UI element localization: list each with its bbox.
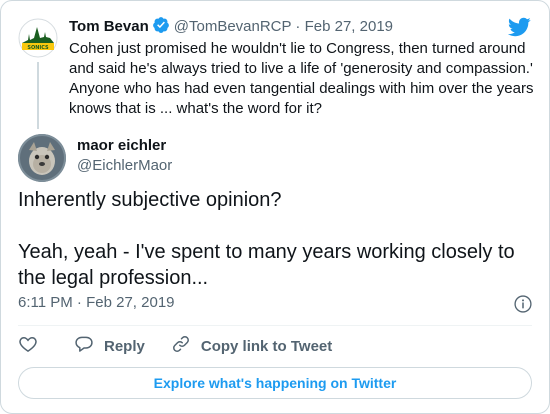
copy-link-label: Copy link to Tweet xyxy=(200,337,333,355)
timestamp-separator: · xyxy=(76,294,82,311)
tweet-timestamp[interactable]: 6:11 PM · Feb 27, 2019 xyxy=(18,293,175,313)
reply-button[interactable]: Reply xyxy=(74,334,145,358)
parent-author-handle[interactable]: @TomBevanRCP xyxy=(174,18,292,35)
parent-tweet-header: Tom Bevan @TomBevanRCP · Feb 27, 2019 xyxy=(69,16,499,37)
tweet-time[interactable]: 6:11 PM xyxy=(18,294,73,311)
parent-tweet-text: Cohen just promised he wouldn't lie to C… xyxy=(69,40,534,117)
main-author-name[interactable]: maor eichler xyxy=(77,136,166,156)
header-separator: · xyxy=(295,18,301,35)
tweet-date[interactable]: Feb 27, 2019 xyxy=(86,294,174,311)
thread-connector-line xyxy=(37,62,39,129)
main-author-handle[interactable]: @EichlerMaor xyxy=(77,156,172,176)
reply-label: Reply xyxy=(104,337,145,355)
copy-link-button[interactable]: Copy link to Tweet xyxy=(171,334,332,358)
tweet-embed-card: SONICS Tom Bevan @TomBevanRCP · Feb 27, 2… xyxy=(0,0,550,414)
tweet-actions: Reply Copy link to Tweet xyxy=(18,335,358,357)
heart-icon xyxy=(18,334,48,358)
twitter-bird-icon[interactable] xyxy=(507,15,531,39)
actions-divider xyxy=(18,325,532,326)
parent-tweet-date[interactable]: Feb 27, 2019 xyxy=(305,18,393,35)
svg-text:SONICS: SONICS xyxy=(27,45,49,51)
main-tweet-text: Inherently subjective opinion? Yeah, yea… xyxy=(18,189,515,289)
explore-twitter-button[interactable]: Explore what's happening on Twitter xyxy=(18,367,532,399)
like-button[interactable] xyxy=(18,334,48,358)
verified-badge-icon xyxy=(152,16,170,34)
main-author-avatar[interactable] xyxy=(18,134,66,182)
reply-icon xyxy=(74,334,104,358)
info-icon[interactable] xyxy=(513,294,533,314)
parent-author-name[interactable]: Tom Bevan xyxy=(69,18,149,35)
parent-author-avatar[interactable]: SONICS xyxy=(18,18,58,58)
link-icon xyxy=(171,334,201,358)
